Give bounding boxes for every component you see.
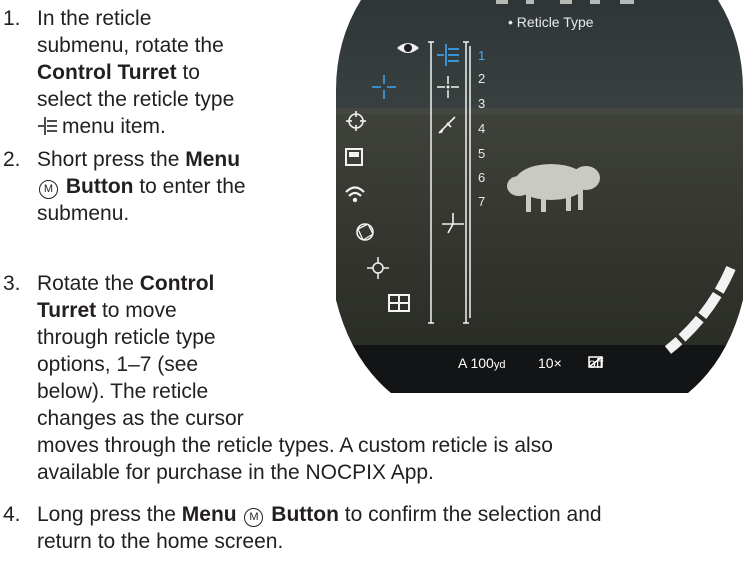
step-2-line: M Button to enter the bbox=[37, 175, 246, 199]
wifi-icon[interactable] bbox=[344, 184, 370, 210]
reticle-option-number[interactable]: 1 bbox=[478, 48, 485, 63]
aperture-icon[interactable] bbox=[354, 221, 380, 247]
step-4-number: 4. bbox=[3, 503, 21, 526]
crosshair-icon[interactable] bbox=[372, 75, 398, 101]
step-3-line: moves through the reticle types. A custo… bbox=[37, 434, 553, 457]
step-3-line: below). The reticle bbox=[37, 380, 209, 403]
reticle-option-number[interactable]: 5 bbox=[478, 146, 485, 161]
submenu-title: • Reticle Type bbox=[508, 14, 594, 30]
step-3-line: Turret to move bbox=[37, 299, 177, 322]
step-1-line: menu item. bbox=[37, 115, 166, 142]
reticle-option-number[interactable]: 6 bbox=[478, 170, 485, 185]
reticle-option-number[interactable]: 2 bbox=[478, 71, 485, 86]
step-1-line: Control Turret to bbox=[37, 61, 200, 84]
pip-grid-icon[interactable] bbox=[388, 294, 414, 320]
step-1-number: 1. bbox=[3, 7, 21, 30]
device-screen: • Reticle Type 1 2 3 4 5 6 7 A 100yd 10×… bbox=[336, 0, 743, 393]
reticle-option-7-icon[interactable] bbox=[442, 213, 468, 239]
step-3-line: options, 1–7 (see bbox=[37, 353, 199, 376]
step-1-line: In the reticle bbox=[37, 7, 152, 30]
reticle-option-4-icon[interactable] bbox=[437, 113, 463, 139]
step-1-line: select the reticle type bbox=[37, 88, 235, 111]
eye-icon[interactable] bbox=[396, 40, 422, 66]
step-1-line: submenu, rotate the bbox=[37, 34, 224, 57]
step-3-line: available for purchase in the NOCPIX App… bbox=[37, 461, 434, 484]
target-icon[interactable] bbox=[345, 110, 371, 136]
menu-button-icon: M bbox=[244, 508, 264, 527]
step-3-line: changes as the cursor bbox=[37, 407, 244, 430]
step-2-line: Short press the Menu bbox=[37, 148, 241, 171]
menu-button-icon: M bbox=[39, 180, 58, 199]
zoom-readout: 10× bbox=[538, 355, 562, 371]
save-icon[interactable] bbox=[344, 147, 370, 173]
reticle-type-icon bbox=[37, 116, 59, 142]
step-3-line: through reticle type bbox=[37, 326, 216, 349]
step-4-line: return to the home screen. bbox=[37, 530, 284, 553]
step-2-number: 2. bbox=[3, 148, 21, 171]
calibration-icon[interactable] bbox=[366, 256, 392, 282]
distance-readout: A 100yd bbox=[458, 355, 506, 371]
reticle-option-number[interactable]: 3 bbox=[478, 96, 485, 111]
control-turret-term: Control Turret bbox=[37, 61, 177, 84]
pip-icon bbox=[588, 356, 603, 368]
reticle-option-1-icon[interactable] bbox=[435, 43, 461, 69]
step-4-line: Long press the Menu M Button to confirm … bbox=[37, 503, 602, 527]
reticle-option-2-icon[interactable] bbox=[437, 76, 463, 102]
step-2-line: submenu. bbox=[37, 202, 130, 225]
step-3-number: 3. bbox=[3, 272, 21, 295]
reticle-option-number[interactable]: 7 bbox=[478, 194, 485, 209]
reticle-option-number[interactable]: 4 bbox=[478, 121, 485, 136]
pip-status: off bbox=[588, 355, 604, 371]
step-3-line: Rotate the Control bbox=[37, 272, 215, 295]
